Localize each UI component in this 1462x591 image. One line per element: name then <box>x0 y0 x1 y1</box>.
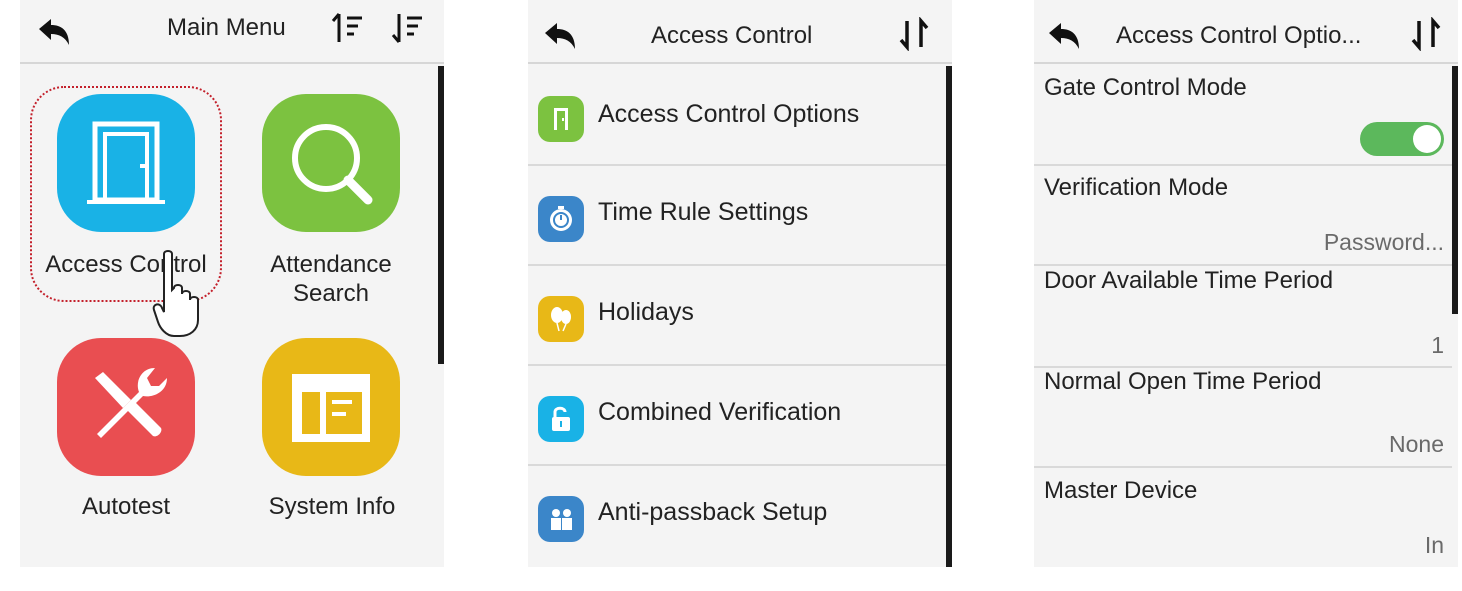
back-icon[interactable] <box>542 18 578 54</box>
menu-item-anti-passback-setup[interactable]: Anti-passback Setup <box>528 466 946 566</box>
magnifier-icon <box>292 124 373 205</box>
option-verification-mode[interactable]: Verification Mode Password... <box>1034 166 1452 266</box>
option-label: Verification Mode <box>1044 174 1229 201</box>
door-icon <box>538 96 584 142</box>
option-value: None <box>1389 431 1444 457</box>
people-icon <box>538 496 584 542</box>
option-label: Master Device <box>1044 477 1198 504</box>
menu-item-label: Access Control Options <box>598 100 860 128</box>
option-label: Door Available Time Period <box>1044 267 1334 294</box>
gate-control-toggle[interactable] <box>1360 122 1444 156</box>
page-title: Access Control <box>651 22 813 49</box>
sort-toggle-icon[interactable] <box>1408 16 1444 52</box>
option-label: Gate Control Mode <box>1044 74 1247 101</box>
info-panel-icon <box>292 374 370 442</box>
menu-item-holidays[interactable]: Holidays <box>528 266 946 366</box>
scrollbar[interactable] <box>438 66 444 364</box>
menu-item-label: Combined Verification <box>598 398 842 426</box>
page-title: Access Control Optio... <box>1116 22 1362 49</box>
option-master-device[interactable]: Master Device In <box>1034 468 1452 567</box>
menu-item-label: Time Rule Settings <box>598 198 809 226</box>
back-icon[interactable] <box>1046 18 1082 54</box>
option-door-available-time-period[interactable]: Door Available Time Period 1 <box>1034 266 1452 368</box>
system-info-label: System Info <box>268 493 396 520</box>
autotest-tile[interactable] <box>57 338 195 476</box>
balloons-icon <box>538 296 584 342</box>
back-icon[interactable] <box>36 14 72 50</box>
option-label: Normal Open Time Period <box>1044 368 1322 395</box>
option-gate-control-mode[interactable]: Gate Control Mode <box>1034 66 1452 166</box>
access-control-options-screen: Access Control Optio... Gate Control Mod… <box>1034 0 1458 567</box>
scrollbar[interactable] <box>946 66 952 567</box>
sort-ascending-icon[interactable] <box>330 10 366 46</box>
option-value: Password... <box>1323 229 1444 255</box>
sort-toggle-icon[interactable] <box>896 16 932 52</box>
system-info-tile[interactable] <box>262 338 400 476</box>
door-icon <box>87 121 165 204</box>
menu-item-time-rule-settings[interactable]: Time Rule Settings <box>528 166 946 266</box>
access-control-screen: Access Control Access Control Options Ti… <box>528 0 952 567</box>
options-header: Access Control Optio... <box>1034 0 1458 64</box>
attendance-search-label: Attendance Search <box>270 251 392 307</box>
attendance-search-tile[interactable] <box>262 94 400 232</box>
main-menu-screen: Main Menu Access Control Attendance Sear… <box>20 0 444 567</box>
option-value: In <box>1424 532 1444 558</box>
menu-item-combined-verification[interactable]: Combined Verification <box>528 366 946 466</box>
unlock-icon <box>538 396 584 442</box>
option-value: 1 <box>1431 332 1444 358</box>
access-control-header: Access Control <box>528 0 952 64</box>
menu-item-label: Anti-passback Setup <box>598 498 828 526</box>
sort-descending-icon[interactable] <box>390 10 426 46</box>
scrollbar[interactable] <box>1452 66 1458 314</box>
toggle-knob <box>1413 125 1441 153</box>
stopwatch-icon <box>538 196 584 242</box>
access-control-tile[interactable] <box>57 94 195 232</box>
wrench-screwdriver-icon <box>95 368 167 438</box>
main-menu-header: Main Menu <box>20 0 444 64</box>
hand-pointer-icon <box>152 250 199 337</box>
autotest-label: Autotest <box>81 493 171 520</box>
page-title: Main Menu <box>167 14 286 41</box>
option-normal-open-time-period[interactable]: Normal Open Time Period None <box>1034 368 1452 468</box>
menu-item-access-control-options[interactable]: Access Control Options <box>528 66 946 166</box>
menu-item-label: Holidays <box>598 298 694 326</box>
